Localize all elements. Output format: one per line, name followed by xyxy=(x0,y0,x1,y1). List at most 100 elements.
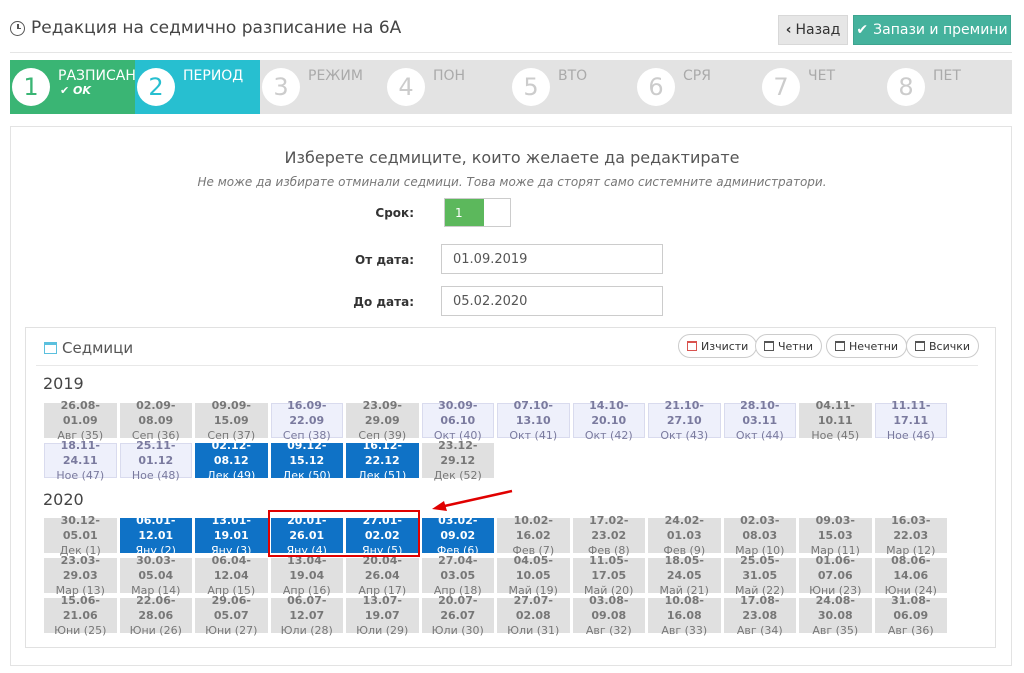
step-label: ЧЕТ xyxy=(808,68,835,84)
week-cell[interactable]: 01.06-07.06 Юни (23) xyxy=(799,554,872,597)
week-cell[interactable]: 25.11-01.12 Ное (48) xyxy=(119,439,192,482)
week-cell[interactable]: 13.01-19.01 Яну (3) xyxy=(195,514,268,557)
week-cell[interactable]: 23.09-29.09 Сеп (39) xyxy=(346,399,419,442)
odd-weeks-button[interactable]: Нечетни xyxy=(826,334,908,358)
week-cell[interactable]: 06.07-12.07 Юли (28) xyxy=(270,594,343,637)
week-cell[interactable]: 27.07-02.08 Юли (31) xyxy=(497,594,570,637)
week-cell[interactable]: 02.09-08.09 Сеп (36) xyxy=(119,399,192,442)
term-toggle[interactable]: 1 xyxy=(444,198,511,227)
week-cell[interactable]: 16.03-22.03 Мар (12) xyxy=(874,514,947,557)
week-cell[interactable]: 07.10-13.10 Окт (41) xyxy=(497,399,570,442)
week-cell[interactable]: 20.07-26.07 Юли (30) xyxy=(421,594,494,637)
page-title-text: Редакция на седмично разписание на 6А xyxy=(31,18,402,38)
week-cell[interactable]: 10.02-16.02 Фев (7) xyxy=(497,514,570,557)
week-cell[interactable]: 02.12-08.12 Дек (49) xyxy=(195,439,268,482)
week-cell[interactable]: 25.05-31.05 Май (22) xyxy=(723,554,796,597)
all-weeks-button[interactable]: Всички xyxy=(906,334,980,358)
step-monday[interactable]: 4 ПОН xyxy=(385,60,510,114)
week-cell[interactable]: 13.04-19.04 Апр (16) xyxy=(270,554,343,597)
week-cell[interactable]: 08.06-14.06 Юни (24) xyxy=(874,554,947,597)
week-cell[interactable]: 16.12-22.12 Дек (51) xyxy=(346,439,419,482)
step-wednesday[interactable]: 6 СРЯ xyxy=(635,60,760,114)
step-status: ✔ OK xyxy=(60,84,91,97)
week-cell[interactable]: 30.12-05.01 Дек (1) xyxy=(44,514,117,557)
week-range: 23.12-29.12 xyxy=(438,439,478,467)
week-cell[interactable]: 30.03-05.04 Мар (14) xyxy=(119,554,192,597)
step-period[interactable]: 2 ПЕРИОД xyxy=(135,60,260,114)
year-label-2019: 2019 xyxy=(43,374,84,393)
week-range: 28.10-03.11 xyxy=(740,399,780,427)
wizard-steps: 1 РАЗПИСАН ✔ OK 2 ПЕРИОД 3 РЕЖИМ 4 ПОН 5… xyxy=(10,60,1012,114)
week-cell[interactable]: 10.08-16.08 Авг (33) xyxy=(648,594,721,637)
week-cell[interactable]: 20.04-26.04 Апр (17) xyxy=(346,554,419,597)
week-month: Окт (43) xyxy=(660,429,709,442)
back-button-label: Назад xyxy=(795,22,841,38)
week-cell[interactable]: 11.05-17.05 Май (20) xyxy=(572,554,645,597)
all-button-label: Всички xyxy=(929,339,971,353)
back-button[interactable]: ‹ Назад xyxy=(778,15,848,45)
week-range: 02.03-08.03 xyxy=(740,514,780,542)
even-weeks-button[interactable]: Четни xyxy=(755,334,823,358)
week-cell[interactable]: 18.11-24.11 Ное (47) xyxy=(44,439,117,482)
to-date-input[interactable]: 05.02.2020 xyxy=(441,286,663,316)
even-button-label: Четни xyxy=(778,339,814,353)
week-cell[interactable]: 15.06-21.06 Юни (25) xyxy=(44,594,117,637)
save-and-continue-button[interactable]: ✔ Запази и премини xyxy=(853,15,1011,45)
week-cell[interactable]: 24.02-01.03 Фев (9) xyxy=(648,514,721,557)
week-cell[interactable]: 03.02-09.02 Фев (6) xyxy=(421,514,494,557)
week-cell[interactable]: 22.06-28.06 Юни (26) xyxy=(119,594,192,637)
week-cell[interactable]: 16.09-22.09 Сеп (38) xyxy=(270,399,343,442)
week-month: Дек (51) xyxy=(358,469,407,482)
week-cell[interactable]: 09.09-15.09 Сеп (37) xyxy=(195,399,268,442)
weeks-grid-2020: 30.12-05.01 Дек (1) 06.01-12.01 Яну (2) 13.0… xyxy=(44,514,950,637)
week-cell[interactable]: 21.10-27.10 Окт (43) xyxy=(648,399,721,442)
week-cell[interactable]: 11.11-17.11 Ное (46) xyxy=(874,399,947,442)
week-range: 10.02-16.02 xyxy=(513,514,553,542)
week-range: 18.05-24.05 xyxy=(664,554,704,582)
week-cell[interactable]: 09.12-15.12 Дек (50) xyxy=(270,439,343,482)
week-range: 20.07-26.07 xyxy=(438,594,478,622)
week-cell[interactable]: 31.08-06.09 Авг (36) xyxy=(874,594,947,637)
calendar-icon xyxy=(44,342,57,354)
step-thursday[interactable]: 7 ЧЕТ xyxy=(760,60,885,114)
week-month: Окт (44) xyxy=(735,429,784,442)
week-cell[interactable]: 04.05-10.05 Май (19) xyxy=(497,554,570,597)
week-cell[interactable]: 17.02-23.02 Фев (8) xyxy=(572,514,645,557)
week-cell[interactable]: 04.11-10.11 Ное (45) xyxy=(799,399,872,442)
week-cell[interactable]: 27.04-03.05 Апр (18) xyxy=(421,554,494,597)
week-cell[interactable]: 26.08-01.09 Авг (35) xyxy=(44,399,117,442)
week-cell[interactable]: 06.04-12.04 Апр (15) xyxy=(195,554,268,597)
clear-button[interactable]: Изчисти xyxy=(678,334,758,358)
week-range: 24.02-01.03 xyxy=(664,514,704,542)
week-cell[interactable]: 17.08-23.08 Авг (34) xyxy=(723,594,796,637)
week-cell[interactable]: 24.08-30.08 Авг (35) xyxy=(799,594,872,637)
week-cell[interactable]: 29.06-05.07 Юни (27) xyxy=(195,594,268,637)
week-cell[interactable]: 03.08-09.08 Авг (32) xyxy=(572,594,645,637)
calendar-minus-icon xyxy=(835,341,845,351)
week-cell[interactable]: 23.03-29.03 Мар (13) xyxy=(44,554,117,597)
week-cell[interactable]: 13.07-19.07 Юли (29) xyxy=(346,594,419,637)
week-cell[interactable]: 28.10-03.11 Окт (44) xyxy=(723,399,796,442)
week-range: 07.10-13.10 xyxy=(513,399,553,427)
step-label: ВТО xyxy=(558,68,588,84)
week-cell[interactable]: 14.10-20.10 Окт (42) xyxy=(572,399,645,442)
week-cell[interactable]: 23.12-29.12 Дек (52) xyxy=(421,439,494,482)
from-date-input[interactable]: 01.09.2019 xyxy=(441,244,663,274)
step-mode[interactable]: 3 РЕЖИМ xyxy=(260,60,385,114)
week-range: 22.06-28.06 xyxy=(136,594,176,622)
step-tuesday[interactable]: 5 ВТО xyxy=(510,60,635,114)
week-cell[interactable]: 02.03-08.03 Мар (10) xyxy=(723,514,796,557)
week-range: 25.05-31.05 xyxy=(740,554,780,582)
week-cell[interactable]: 09.03-15.03 Мар (11) xyxy=(799,514,872,557)
week-cell[interactable]: 06.01-12.01 Яну (2) xyxy=(119,514,192,557)
trash-icon xyxy=(687,341,697,351)
week-cell[interactable]: 18.05-24.05 Май (21) xyxy=(648,554,721,597)
week-cell[interactable]: 30.09-06.10 Окт (40) xyxy=(421,399,494,442)
week-range: 13.04-19.04 xyxy=(287,554,327,582)
step-friday[interactable]: 8 ПЕТ xyxy=(885,60,1012,114)
week-range: 13.01-19.01 xyxy=(211,514,251,542)
step-schedule[interactable]: 1 РАЗПИСАН ✔ OK xyxy=(10,60,136,114)
step-label: СРЯ xyxy=(683,68,711,84)
week-range: 11.11-17.11 xyxy=(891,399,931,427)
pointer-arrow xyxy=(432,489,513,511)
